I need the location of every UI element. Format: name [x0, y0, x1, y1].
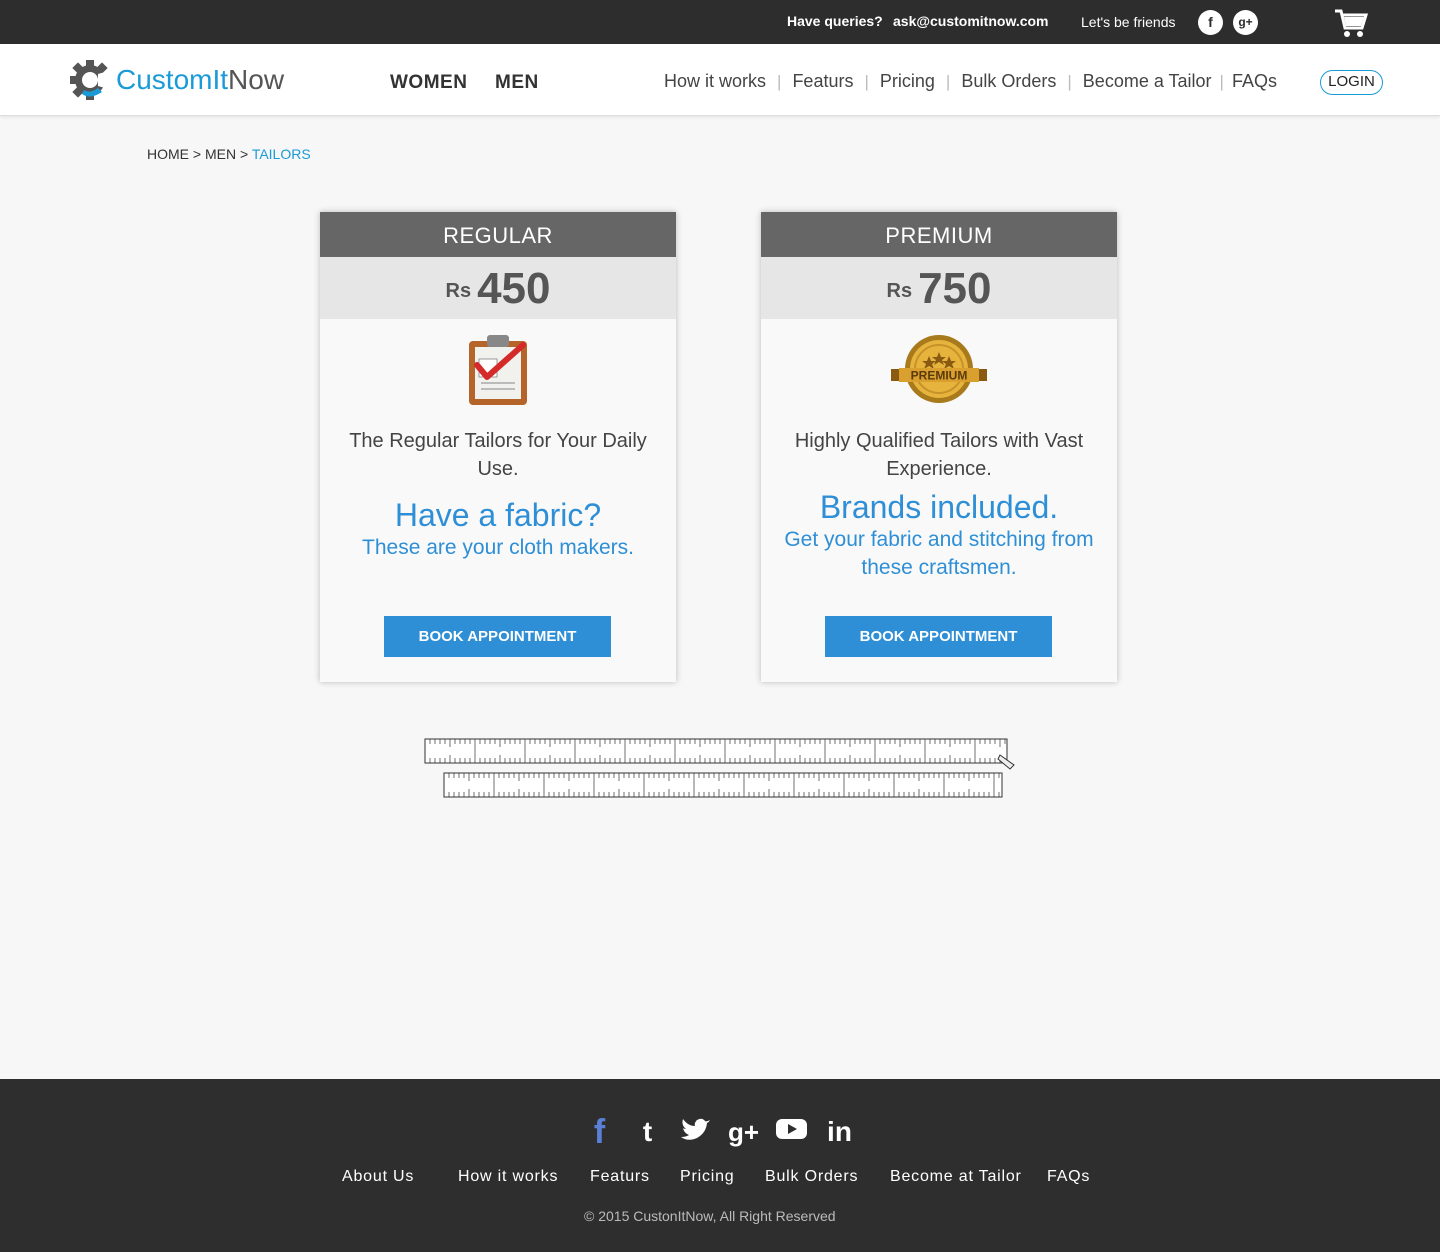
breadcrumb: HOME > MEN > TAILORS — [147, 146, 311, 162]
googleplus-icon[interactable]: g+ — [728, 1115, 759, 1149]
nav-become-a-tailor[interactable]: Become a Tailor — [1083, 71, 1212, 92]
login-button[interactable]: LOGIN — [1320, 70, 1383, 95]
twitter-icon[interactable] — [680, 1115, 711, 1149]
measuring-tape-icon — [424, 738, 1015, 798]
nav-divider: | — [864, 71, 869, 91]
measuring-tape-illustration — [422, 735, 1022, 805]
tumblr-icon[interactable]: t — [632, 1115, 663, 1149]
copyright-text: © 2015 CustonItNow, All Right Reserved — [584, 1208, 836, 1224]
card-title: REGULAR — [320, 212, 676, 257]
breadcrumb-separator: > — [192, 146, 202, 162]
pricing-card-regular: REGULAR Rs 450 The Regular Tailors for Yo… — [320, 212, 676, 682]
site-logo[interactable]: CustomItNow — [68, 56, 284, 104]
youtube-icon[interactable] — [776, 1115, 807, 1149]
contact-email-link[interactable]: ask@customitnow.com — [893, 13, 1049, 29]
clipboard-check-icon — [469, 335, 527, 405]
pricing-card-premium: PREMIUM Rs 750 PREMIUM Highly Qualified T… — [761, 212, 1117, 682]
card-subline: These are your cloth makers. — [362, 536, 634, 559]
footer-link-bulk-orders[interactable]: Bulk Orders — [765, 1168, 858, 1186]
nav-pricing[interactable]: Pricing — [880, 71, 935, 92]
site-header: CustomItNow WOMEN MEN How it works | Fea… — [0, 44, 1440, 116]
card-price: Rs 450 — [320, 257, 676, 319]
breadcrumb-separator: > — [239, 146, 249, 162]
card-description: Highly Qualified Tailors with Vast Exper… — [794, 430, 1084, 480]
price-amount: 450 — [477, 264, 551, 313]
logo-text-primary: CustomIt — [116, 64, 229, 95]
site-footer: f t g+ in About Us How it works Featurs … — [0, 1079, 1440, 1252]
logo-text-secondary: Now — [228, 64, 285, 95]
price-currency: Rs — [886, 280, 913, 302]
footer-link-about-us[interactable]: About Us — [342, 1168, 414, 1186]
card-title: PREMIUM — [761, 212, 1117, 257]
footer-social-links: f t g+ in — [584, 1115, 855, 1149]
card-headline: Have a fabric? — [394, 497, 602, 533]
card-price: Rs 750 — [761, 257, 1117, 319]
nav-bulk-orders[interactable]: Bulk Orders — [961, 71, 1056, 92]
friends-label: Let's be friends — [1081, 14, 1176, 30]
nav-divider: | — [945, 71, 951, 91]
gear-logo-icon — [70, 60, 112, 100]
card-subline: Get your fabric and stitching from these… — [784, 528, 1094, 579]
googleplus-icon[interactable]: g+ — [1233, 10, 1258, 35]
footer-link-how-it-works[interactable]: How it works — [458, 1168, 558, 1186]
badge-text: PREMIUM — [911, 369, 968, 383]
price-currency: Rs — [445, 280, 472, 302]
facebook-icon[interactable]: f — [1198, 10, 1223, 35]
breadcrumb-current: TAILORS — [251, 146, 311, 162]
top-bar: Have queries? ask@customitnow.com Let's … — [0, 0, 1440, 44]
nav-divider: | — [1219, 71, 1224, 91]
breadcrumb-men[interactable]: MEN — [205, 146, 236, 162]
nav-divider: | — [1067, 71, 1072, 91]
footer-link-faqs[interactable]: FAQs — [1047, 1168, 1090, 1186]
footer-link-become-a-tailor[interactable]: Become at Tailor — [890, 1168, 1022, 1186]
nav-women[interactable]: WOMEN — [390, 72, 467, 94]
facebook-icon[interactable]: f — [584, 1115, 615, 1149]
price-amount: 750 — [918, 264, 992, 313]
book-appointment-button[interactable]: BOOK APPOINTMENT — [384, 616, 611, 657]
footer-link-featurs[interactable]: Featurs — [590, 1168, 650, 1186]
nav-divider: | — [777, 71, 782, 91]
linkedin-icon[interactable]: in — [824, 1115, 855, 1149]
nav-men[interactable]: MEN — [495, 72, 539, 94]
nav-faqs[interactable]: FAQs — [1232, 71, 1277, 92]
breadcrumb-home[interactable]: HOME — [147, 146, 189, 162]
nav-featurs[interactable]: Featurs — [792, 71, 853, 92]
footer-link-pricing[interactable]: Pricing — [680, 1168, 735, 1186]
cart-icon[interactable] — [1334, 8, 1369, 38]
card-description: The Regular Tailors for Your Daily Use. — [349, 430, 647, 480]
queries-label: Have queries? — [787, 13, 883, 29]
card-headline: Brands included. — [819, 489, 1059, 525]
book-appointment-button[interactable]: BOOK APPOINTMENT — [825, 616, 1052, 657]
premium-badge-icon: PREMIUM — [891, 335, 987, 403]
nav-how-it-works[interactable]: How it works — [664, 71, 766, 92]
secondary-nav: How it works | Featurs | Pricing | Bulk … — [664, 71, 1277, 92]
